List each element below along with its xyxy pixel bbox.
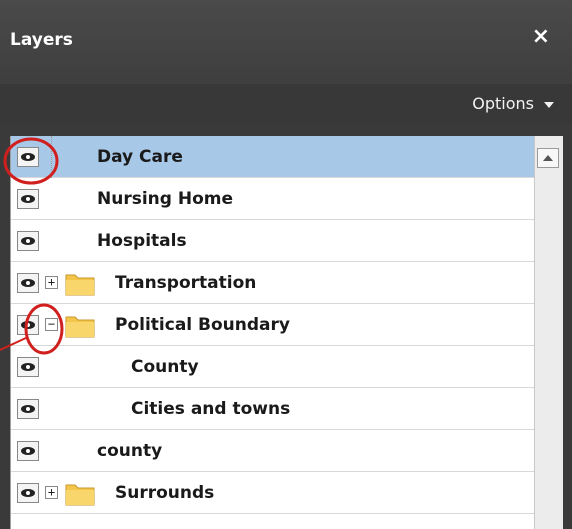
layer-label: Surrounds: [115, 483, 215, 503]
options-menu-button[interactable]: Options: [472, 94, 554, 113]
eye-icon[interactable]: [17, 441, 39, 461]
caret-down-icon: [544, 101, 554, 108]
expand-icon[interactable]: +: [45, 276, 58, 289]
layer-label: Transportation: [115, 273, 257, 293]
layer-row-transportation[interactable]: + Transportation: [11, 262, 535, 304]
eye-icon[interactable]: [17, 315, 39, 335]
layer-row-cities-and-towns[interactable]: Cities and towns: [11, 388, 535, 430]
eye-icon[interactable]: [17, 273, 39, 293]
vertical-scrollbar[interactable]: [534, 136, 563, 529]
layer-row-county[interactable]: County: [11, 346, 535, 388]
folder-icon: [65, 312, 95, 342]
row-divider: [51, 136, 52, 178]
expand-icon[interactable]: +: [45, 486, 58, 499]
panel-header: Layers ×: [0, 0, 572, 84]
arrow-up-icon: [543, 155, 553, 161]
layer-label: County: [131, 357, 199, 377]
folder-icon: [65, 480, 95, 510]
options-label: Options: [472, 94, 534, 113]
layer-label: Political Boundary: [115, 315, 290, 335]
layer-label: Day Care: [97, 147, 183, 167]
layer-row-political-boundary[interactable]: − Political Boundary: [11, 304, 535, 346]
layers-panel: Layers × Options Day Care Nursing Home H…: [0, 0, 572, 529]
close-icon[interactable]: ×: [532, 26, 550, 48]
layer-row-nursing-home[interactable]: Nursing Home: [11, 178, 535, 220]
layer-label: county: [97, 441, 163, 461]
folder-icon: [65, 270, 95, 300]
eye-icon[interactable]: [17, 231, 39, 251]
layer-row-surrounds[interactable]: + Surrounds: [11, 472, 535, 514]
layer-row-county-lower[interactable]: county: [11, 430, 535, 472]
layer-list: Day Care Nursing Home Hospitals + Transp…: [10, 136, 563, 529]
layer-row-day-care[interactable]: Day Care: [11, 136, 535, 178]
panel-title: Layers: [10, 30, 73, 50]
eye-icon[interactable]: [17, 147, 39, 167]
layer-row-hospitals[interactable]: Hospitals: [11, 220, 535, 262]
layer-label: Cities and towns: [131, 399, 291, 419]
collapse-icon[interactable]: −: [45, 318, 58, 331]
eye-icon[interactable]: [17, 357, 39, 377]
eye-icon[interactable]: [17, 189, 39, 209]
eye-icon[interactable]: [17, 399, 39, 419]
scroll-up-button[interactable]: [537, 148, 559, 168]
eye-icon[interactable]: [17, 483, 39, 503]
layer-label: Hospitals: [97, 231, 187, 251]
layer-label: Nursing Home: [97, 189, 233, 209]
